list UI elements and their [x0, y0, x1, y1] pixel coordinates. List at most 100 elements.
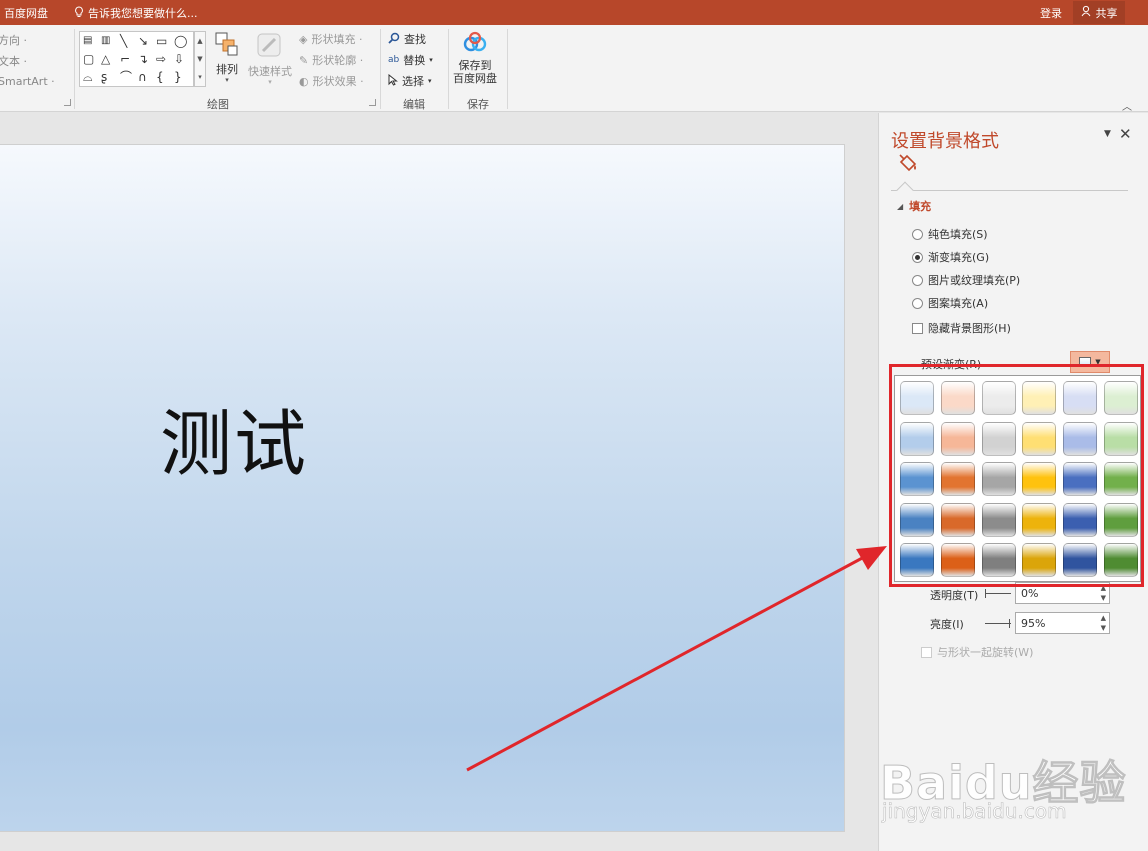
- pattern-fill-option[interactable]: 图案填充(A): [912, 295, 988, 311]
- replace-button[interactable]: ab 替换 ▾: [388, 52, 433, 68]
- gradient-swatch-gray-5[interactable]: [981, 543, 1016, 577]
- gradient-swatch-indigo-2[interactable]: [1063, 421, 1098, 456]
- close-icon[interactable]: ✕: [1119, 125, 1132, 143]
- gradient-fill-radio[interactable]: [912, 251, 923, 263]
- gradient-swatch-gray-1[interactable]: [981, 381, 1016, 415]
- gradient-swatch-indigo-4[interactable]: [1063, 502, 1098, 537]
- solid-fill-option[interactable]: 纯色填充(S): [912, 226, 988, 242]
- pane-options-icon[interactable]: ▼: [1104, 129, 1111, 139]
- spinner-up-icon[interactable]: ▲: [1101, 584, 1106, 592]
- rotate-with-shape-option[interactable]: 与形状一起旋转(W): [921, 644, 1033, 660]
- gradient-swatch-indigo-1[interactable]: [1063, 381, 1098, 415]
- gradient-swatch-blue-1[interactable]: [900, 381, 934, 415]
- gradient-swatch-green-1[interactable]: [1104, 381, 1138, 415]
- smartart-button[interactable]: SmartArt ·: [0, 75, 55, 88]
- picture-fill-radio[interactable]: [912, 274, 923, 286]
- gradient-swatch-gray-2[interactable]: [981, 421, 1016, 456]
- align-text-button[interactable]: 文本 ·: [0, 53, 27, 69]
- shape-effects-button[interactable]: ◐ 形状效果 ·: [299, 73, 364, 89]
- gradient-swatch-indigo-5[interactable]: [1063, 543, 1098, 577]
- spinner-up-icon[interactable]: ▲: [1101, 614, 1106, 622]
- brightness-slider[interactable]: [985, 623, 1011, 624]
- rounded-rect-shape-icon[interactable]: ▢: [83, 53, 94, 65]
- transparency-value[interactable]: 0%: [1021, 587, 1038, 600]
- gradient-swatch-gold-4[interactable]: [1022, 502, 1057, 537]
- slide-text[interactable]: 测试: [160, 404, 308, 484]
- shapes-gallery[interactable]: ▤ ▥ ╲ ↘ ▭ ◯ ▢ △ ⌐ ↴ ⇨ ⇩ ⌓ ʂ ⌒ ∩ { }: [79, 31, 194, 87]
- elbow-arrow-shape-icon[interactable]: ↴: [138, 53, 148, 65]
- gradient-swatch-orange-4[interactable]: [940, 502, 975, 537]
- preset-gradients-dropdown[interactable]: ▼: [1070, 351, 1110, 373]
- gradient-swatch-orange-3[interactable]: [940, 462, 975, 496]
- textbox-shape-icon[interactable]: ▤: [83, 35, 92, 47]
- share-button[interactable]: 共享: [1073, 1, 1125, 24]
- transparency-slider[interactable]: [985, 593, 1011, 594]
- arrow-line-shape-icon[interactable]: ↘: [138, 35, 148, 47]
- elbow-connector-shape-icon[interactable]: ⌐: [120, 53, 130, 65]
- gradient-fill-option[interactable]: 渐变填充(G): [912, 249, 989, 265]
- gradient-swatch-orange-5[interactable]: [940, 543, 975, 577]
- transparency-spinner[interactable]: 0% ▲ ▼: [1015, 582, 1110, 604]
- arc-shape-icon[interactable]: ⌒: [120, 71, 132, 83]
- gradient-swatch-blue-4[interactable]: [900, 502, 934, 537]
- freeform-shape-icon[interactable]: ⌓: [83, 71, 93, 83]
- collapse-ribbon-icon[interactable]: ︿: [1122, 98, 1132, 113]
- scribble-shape-icon[interactable]: ʂ: [101, 71, 107, 83]
- arrange-button[interactable]: 排列 ▾: [214, 31, 240, 84]
- quick-styles-button[interactable]: 快速样式 ▾: [248, 31, 292, 86]
- gradient-swatch-green-3[interactable]: [1104, 462, 1138, 496]
- right-arrow-shape-icon[interactable]: ⇨: [156, 53, 166, 65]
- left-brace-shape-icon[interactable]: {: [156, 71, 164, 83]
- right-brace-shape-icon[interactable]: }: [174, 71, 182, 83]
- picture-fill-option[interactable]: 图片或纹理填充(P): [912, 272, 1020, 288]
- shape-fill-button[interactable]: ◈ 形状填充 ·: [299, 31, 362, 47]
- oval-shape-icon[interactable]: ◯: [174, 35, 187, 47]
- vertical-textbox-shape-icon[interactable]: ▥: [101, 35, 110, 47]
- gallery-more-icon[interactable]: ▾: [198, 73, 202, 81]
- gradient-swatch-green-4[interactable]: [1104, 502, 1138, 537]
- gradient-swatch-gold-5[interactable]: [1022, 543, 1057, 577]
- find-button[interactable]: 查找: [388, 31, 426, 47]
- gradient-swatch-gold-1[interactable]: [1022, 381, 1057, 415]
- fill-section-header[interactable]: ◢ 填充: [897, 198, 931, 214]
- scroll-up-icon[interactable]: ▲: [197, 37, 202, 45]
- gradient-swatch-green-2[interactable]: [1104, 421, 1138, 456]
- gradient-swatch-gray-4[interactable]: [981, 502, 1016, 537]
- gradient-swatch-orange-1[interactable]: [940, 381, 975, 415]
- gradient-swatch-blue-2[interactable]: [900, 421, 934, 456]
- paragraph-dialog-launcher[interactable]: [64, 99, 71, 106]
- spinner-down-icon[interactable]: ▼: [1101, 624, 1106, 632]
- triangle-shape-icon[interactable]: △: [101, 53, 110, 65]
- brightness-value[interactable]: 95%: [1021, 617, 1045, 630]
- gradient-swatch-green-5[interactable]: [1104, 543, 1138, 577]
- shape-outline-button[interactable]: ✎ 形状轮廓 ·: [299, 52, 363, 68]
- drawing-dialog-launcher[interactable]: [369, 99, 376, 106]
- gradient-swatch-gold-3[interactable]: [1022, 462, 1057, 496]
- spinner-down-icon[interactable]: ▼: [1101, 594, 1106, 602]
- hide-background-graphics-option[interactable]: 隐藏背景图形(H): [912, 320, 1011, 336]
- hide-background-graphics-checkbox[interactable]: [912, 322, 923, 334]
- curve-shape-icon[interactable]: ∩: [138, 71, 147, 83]
- select-button[interactable]: 选择 ▾: [388, 73, 432, 89]
- gradient-swatch-blue-3[interactable]: [900, 462, 934, 496]
- gradient-swatch-gray-3[interactable]: [981, 462, 1016, 496]
- down-arrow-shape-icon[interactable]: ⇩: [174, 53, 184, 65]
- brightness-spinner[interactable]: 95% ▲ ▼: [1015, 612, 1110, 634]
- text-direction-button[interactable]: 方向 ·: [0, 32, 27, 48]
- login-link[interactable]: 登录: [1040, 5, 1062, 21]
- line-shape-icon[interactable]: ╲: [120, 35, 127, 47]
- fill-paint-bucket-icon[interactable]: [897, 153, 919, 178]
- scroll-down-icon[interactable]: ▼: [197, 55, 202, 63]
- slide-canvas[interactable]: [0, 144, 845, 832]
- pattern-fill-radio[interactable]: [912, 297, 923, 309]
- gradient-swatch-indigo-3[interactable]: [1063, 462, 1098, 496]
- gradient-swatch-gold-2[interactable]: [1022, 421, 1057, 456]
- gradient-swatch-blue-5[interactable]: [900, 543, 934, 577]
- rectangle-shape-icon[interactable]: ▭: [156, 35, 167, 47]
- brightness-slider-thumb[interactable]: [1009, 619, 1010, 628]
- tell-me-search[interactable]: 告诉我您想要做什么...: [74, 5, 198, 21]
- shapes-gallery-scroll[interactable]: ▲ ▼ ▾: [194, 31, 206, 87]
- save-to-baidu-button[interactable]: 保存到 百度网盘: [453, 31, 497, 85]
- solid-fill-radio[interactable]: [912, 228, 923, 240]
- gradient-swatch-orange-2[interactable]: [940, 421, 975, 456]
